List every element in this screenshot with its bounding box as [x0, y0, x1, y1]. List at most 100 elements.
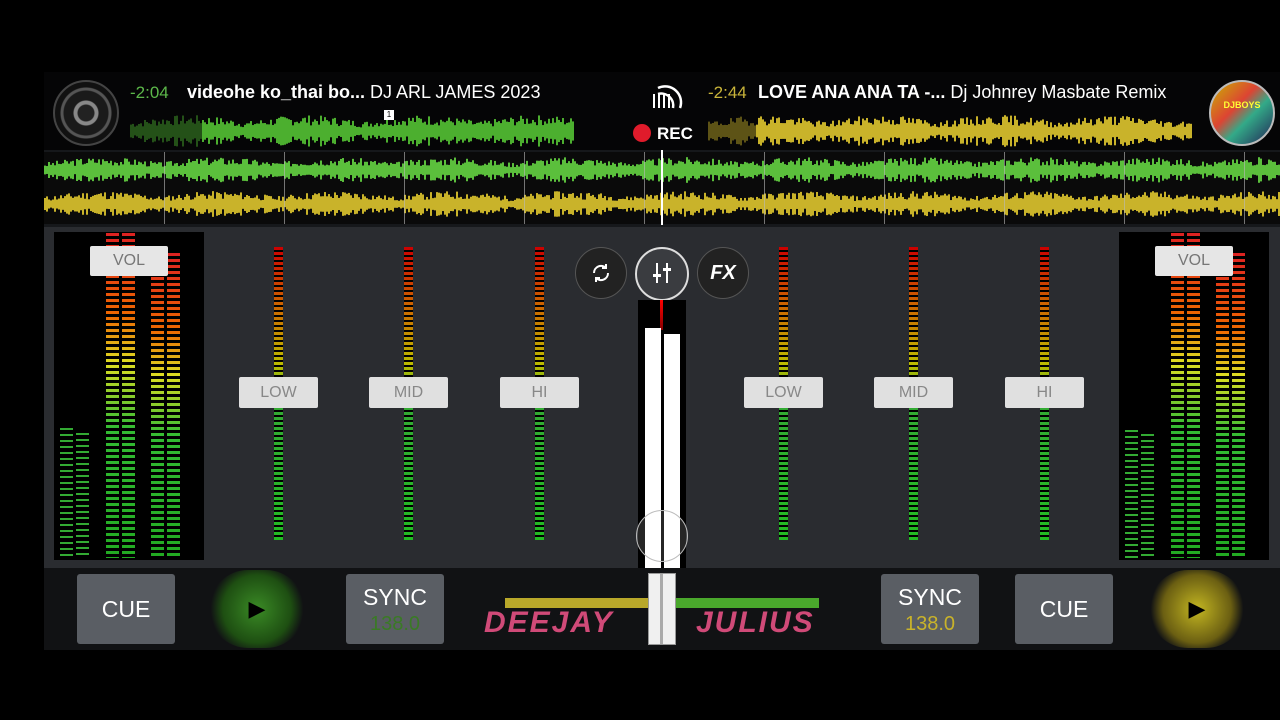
waveform-sample: [1096, 119, 1098, 143]
waveform-sample: [702, 199, 704, 209]
deck-left-sync-button[interactable]: SYNC 138.0: [346, 574, 444, 644]
eq-hi-right-knob[interactable]: HI: [1005, 377, 1084, 408]
waveform-sample: [726, 162, 728, 178]
transport-bar: DEEJAY JULIUS CUE ▶ SYNC 138.0 SYNC 138.…: [44, 568, 1280, 650]
waveform-sample: [248, 195, 250, 213]
waveform-sample: [478, 165, 480, 175]
waveform-sample: [1236, 159, 1238, 181]
waveform-sample: [954, 195, 956, 213]
waveform-sample: [1036, 195, 1038, 213]
waveform-sample: [836, 195, 838, 213]
waveform-sample: [946, 159, 948, 181]
deck-right-sync-button[interactable]: SYNC 138.0: [881, 574, 979, 644]
waveform-sample: [176, 115, 178, 147]
waveform-sample: [1196, 196, 1198, 212]
crossfader-knob[interactable]: [648, 573, 676, 645]
waveform-sample: [1172, 199, 1174, 209]
waveform-sample: [116, 163, 118, 177]
waveform-sample: [446, 164, 448, 176]
rec-button[interactable]: REC: [633, 124, 693, 144]
waveform-sample: [862, 118, 864, 144]
waveform-sample: [704, 192, 706, 216]
sync-loop-button[interactable]: [575, 247, 627, 299]
deck-right-cue-button[interactable]: CUE: [1015, 574, 1113, 644]
cue-point-marker[interactable]: 1: [384, 110, 394, 120]
deck-left-play-button[interactable]: ▶: [209, 570, 305, 648]
waveform-sample: [430, 192, 432, 216]
eq-mid-right-knob[interactable]: MID: [874, 377, 953, 408]
waveform-sample: [194, 123, 196, 139]
waveform-sample: [472, 160, 474, 180]
eq-hi-left-knob[interactable]: HI: [500, 377, 579, 408]
waveform-sample: [512, 119, 514, 143]
waveform-sample: [1138, 195, 1140, 213]
waveform-sample: [1072, 124, 1074, 138]
waveform-sample: [312, 121, 314, 141]
waveform-sample: [392, 196, 394, 212]
deck-right-album-art-icon[interactable]: DJBOYS: [1209, 80, 1275, 146]
deck-right-play-button[interactable]: ▶: [1149, 570, 1245, 648]
waveform-sample: [1106, 119, 1108, 143]
waveform-sample: [440, 193, 442, 215]
eq-mode-button[interactable]: [635, 247, 689, 301]
waveform-sample: [550, 199, 552, 209]
waveform-sample: [872, 197, 874, 211]
waveform-sample: [674, 196, 676, 212]
vol-label-right[interactable]: VOL: [1155, 246, 1233, 276]
waveform-sample: [486, 193, 488, 215]
waveform-sample: [860, 165, 862, 175]
waveform-sample: [806, 192, 808, 216]
waveform-sample: [1226, 165, 1228, 175]
waveform-sample: [356, 126, 358, 136]
waveform-sample: [200, 159, 202, 181]
waveform-sample: [398, 200, 400, 208]
deck-left-mini-waveform[interactable]: [130, 112, 574, 149]
vol-label-left[interactable]: VOL: [90, 246, 168, 276]
waveform-sample: [334, 192, 336, 216]
waveform-sample: [1114, 161, 1116, 179]
waveform-sample: [418, 117, 420, 145]
waveform-sample: [484, 196, 486, 212]
waveform-sample: [722, 125, 724, 137]
waveform-sample: [332, 197, 334, 211]
waveform-sample: [138, 194, 140, 214]
deck-left-track-title[interactable]: videohe ko_thai bo... DJ ARL JAMES 2023: [187, 82, 540, 103]
waveform-sample: [450, 159, 452, 181]
waveform-sample: [1132, 158, 1134, 182]
deck-right-mini-waveform[interactable]: [708, 112, 1192, 149]
waveform-sample: [720, 123, 722, 139]
waveform-sample: [748, 125, 750, 137]
waveform-sample: [476, 122, 478, 140]
waveform-sample: [872, 124, 874, 138]
waveform-sample: [1156, 192, 1158, 216]
eq-low-left-knob[interactable]: LOW: [239, 377, 318, 408]
waveform-sample: [1088, 122, 1090, 140]
waveform-sample: [1006, 192, 1008, 216]
deck-left-disc-icon[interactable]: [53, 80, 119, 146]
waveform-sample: [1170, 197, 1172, 211]
waveform-sample: [316, 163, 318, 177]
waveform-sample: [712, 158, 714, 182]
waveform-sample: [1058, 165, 1060, 175]
master-volume-knob[interactable]: [636, 510, 688, 562]
deck-left-cue-button[interactable]: CUE: [77, 574, 175, 644]
waveform-sample: [1082, 196, 1084, 212]
waveform-sample: [966, 200, 968, 208]
waveform-sample: [454, 157, 456, 183]
waveform-sample: [470, 196, 472, 212]
waveform-sample: [308, 115, 310, 147]
broadcast-icon[interactable]: [652, 80, 684, 110]
waveform-sample: [444, 159, 446, 181]
waveform-sample: [374, 199, 376, 209]
waveform-sample: [556, 191, 558, 217]
fx-button[interactable]: FX: [697, 247, 749, 299]
eq-mid-left-knob[interactable]: MID: [369, 377, 448, 408]
waveform-sample: [402, 200, 404, 208]
waveform-sample: [330, 161, 332, 179]
deck-right-track-title[interactable]: LOVE ANA ANA TA -... Dj Johnrey Masbate …: [758, 82, 1166, 103]
waveform-sample: [406, 199, 408, 209]
waveform-sample: [66, 161, 68, 179]
waveform-sample: [364, 196, 366, 212]
eq-low-right-knob[interactable]: LOW: [744, 377, 823, 408]
waveform-sample: [266, 162, 268, 178]
